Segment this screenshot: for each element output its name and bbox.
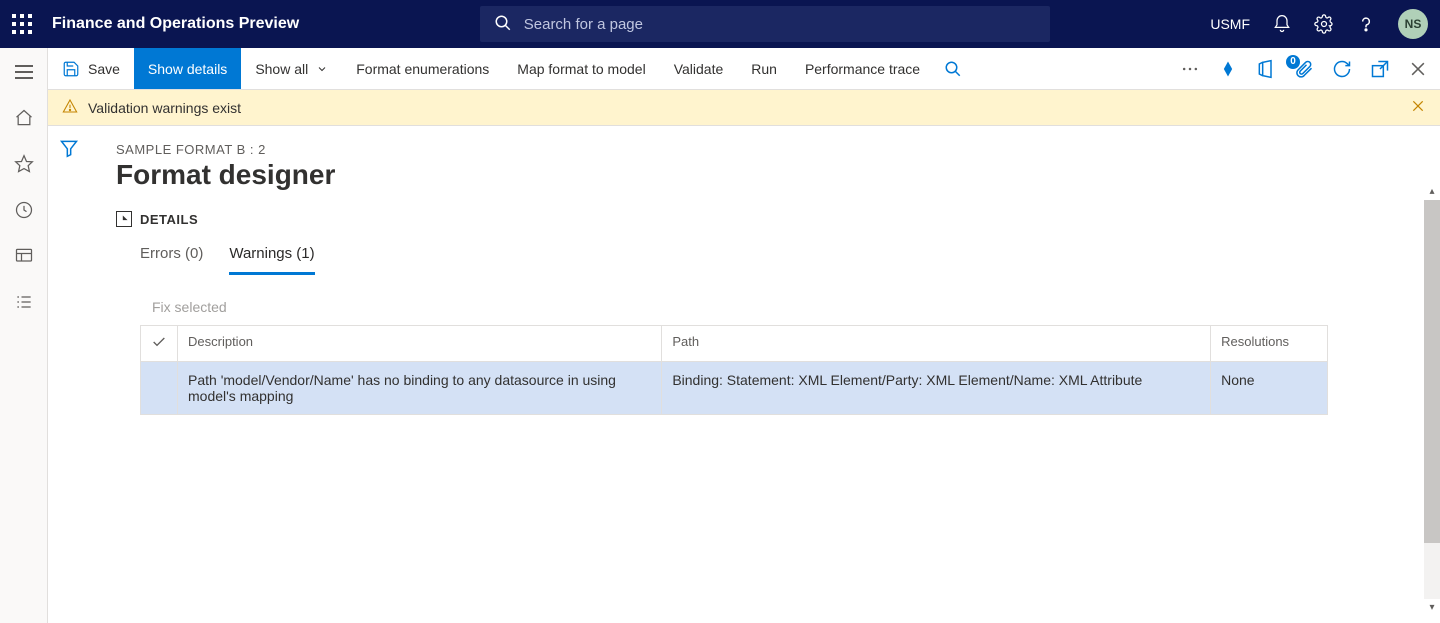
warnings-table: Description Path Resolutions Path 'model… bbox=[140, 325, 1328, 415]
more-icon[interactable] bbox=[1180, 59, 1200, 79]
page-title: Format designer bbox=[116, 159, 1414, 191]
warning-icon bbox=[62, 98, 78, 117]
show-all-button[interactable]: Show all bbox=[241, 48, 342, 89]
validation-banner: Validation warnings exist bbox=[48, 90, 1440, 126]
scrollbar[interactable]: ▴ ▾ bbox=[1424, 186, 1440, 613]
tab-warnings[interactable]: Warnings (1) bbox=[229, 239, 314, 275]
table-row[interactable]: Path 'model/Vendor/Name' has no binding … bbox=[141, 362, 1328, 415]
app-title: Finance and Operations Preview bbox=[52, 15, 299, 33]
map-format-button[interactable]: Map format to model bbox=[503, 48, 659, 89]
star-icon[interactable] bbox=[14, 154, 34, 174]
close-icon[interactable] bbox=[1408, 59, 1428, 79]
validate-label: Validate bbox=[674, 61, 724, 77]
attachments-icon[interactable]: 0 bbox=[1294, 59, 1314, 79]
recent-icon[interactable] bbox=[14, 200, 34, 220]
bell-icon[interactable] bbox=[1272, 14, 1292, 34]
cell-path: Binding: Statement: XML Element/Party: X… bbox=[662, 362, 1211, 415]
gear-icon[interactable] bbox=[1314, 14, 1334, 34]
action-search-button[interactable] bbox=[934, 48, 972, 89]
cell-resolutions: None bbox=[1211, 362, 1328, 415]
filter-icon[interactable] bbox=[59, 138, 79, 158]
home-icon[interactable] bbox=[14, 108, 34, 128]
hamburger-icon[interactable] bbox=[14, 62, 34, 82]
show-details-button[interactable]: Show details bbox=[134, 48, 241, 89]
scroll-down-icon[interactable]: ▾ bbox=[1424, 602, 1440, 613]
format-enumerations-label: Format enumerations bbox=[356, 61, 489, 77]
save-label: Save bbox=[88, 61, 120, 77]
help-icon[interactable] bbox=[1356, 14, 1376, 34]
save-button[interactable]: Save bbox=[48, 48, 134, 89]
banner-text: Validation warnings exist bbox=[88, 100, 241, 116]
details-toggle[interactable] bbox=[116, 211, 132, 227]
cell-description: Path 'model/Vendor/Name' has no binding … bbox=[178, 362, 662, 415]
popout-icon[interactable] bbox=[1370, 59, 1390, 79]
attachments-badge: 0 bbox=[1286, 55, 1300, 69]
performance-trace-button[interactable]: Performance trace bbox=[791, 48, 934, 89]
show-details-label: Show details bbox=[148, 61, 227, 77]
fix-selected-button[interactable]: Fix selected bbox=[152, 299, 1414, 315]
run-button[interactable]: Run bbox=[737, 48, 791, 89]
waffle-icon[interactable] bbox=[12, 14, 32, 34]
refresh-icon[interactable] bbox=[1332, 59, 1352, 79]
modules-icon[interactable] bbox=[14, 292, 34, 312]
select-all-checkbox[interactable] bbox=[141, 326, 178, 362]
search-icon bbox=[494, 14, 524, 35]
tab-errors[interactable]: Errors (0) bbox=[140, 239, 203, 275]
details-label: DETAILS bbox=[140, 212, 198, 227]
power-apps-icon[interactable] bbox=[1218, 59, 1238, 79]
run-label: Run bbox=[751, 61, 777, 77]
banner-close-icon[interactable] bbox=[1410, 98, 1426, 117]
validate-button[interactable]: Validate bbox=[660, 48, 738, 89]
breadcrumb: SAMPLE FORMAT B : 2 bbox=[116, 142, 1414, 157]
scroll-up-icon[interactable]: ▴ bbox=[1424, 186, 1440, 197]
map-format-label: Map format to model bbox=[517, 61, 645, 77]
col-description[interactable]: Description bbox=[178, 326, 662, 362]
legal-entity[interactable]: USMF bbox=[1210, 16, 1250, 32]
chevron-down-icon bbox=[316, 63, 328, 75]
global-search[interactable] bbox=[480, 6, 1050, 42]
col-resolutions[interactable]: Resolutions bbox=[1211, 326, 1328, 362]
search-input[interactable] bbox=[524, 16, 1036, 33]
format-enumerations-button[interactable]: Format enumerations bbox=[342, 48, 503, 89]
performance-trace-label: Performance trace bbox=[805, 61, 920, 77]
workspace-icon[interactable] bbox=[14, 246, 34, 266]
show-all-label: Show all bbox=[255, 61, 308, 77]
office-icon[interactable] bbox=[1256, 59, 1276, 79]
col-path[interactable]: Path bbox=[662, 326, 1211, 362]
avatar[interactable]: NS bbox=[1398, 9, 1428, 39]
left-rail bbox=[0, 48, 48, 623]
row-checkbox[interactable] bbox=[141, 362, 178, 415]
